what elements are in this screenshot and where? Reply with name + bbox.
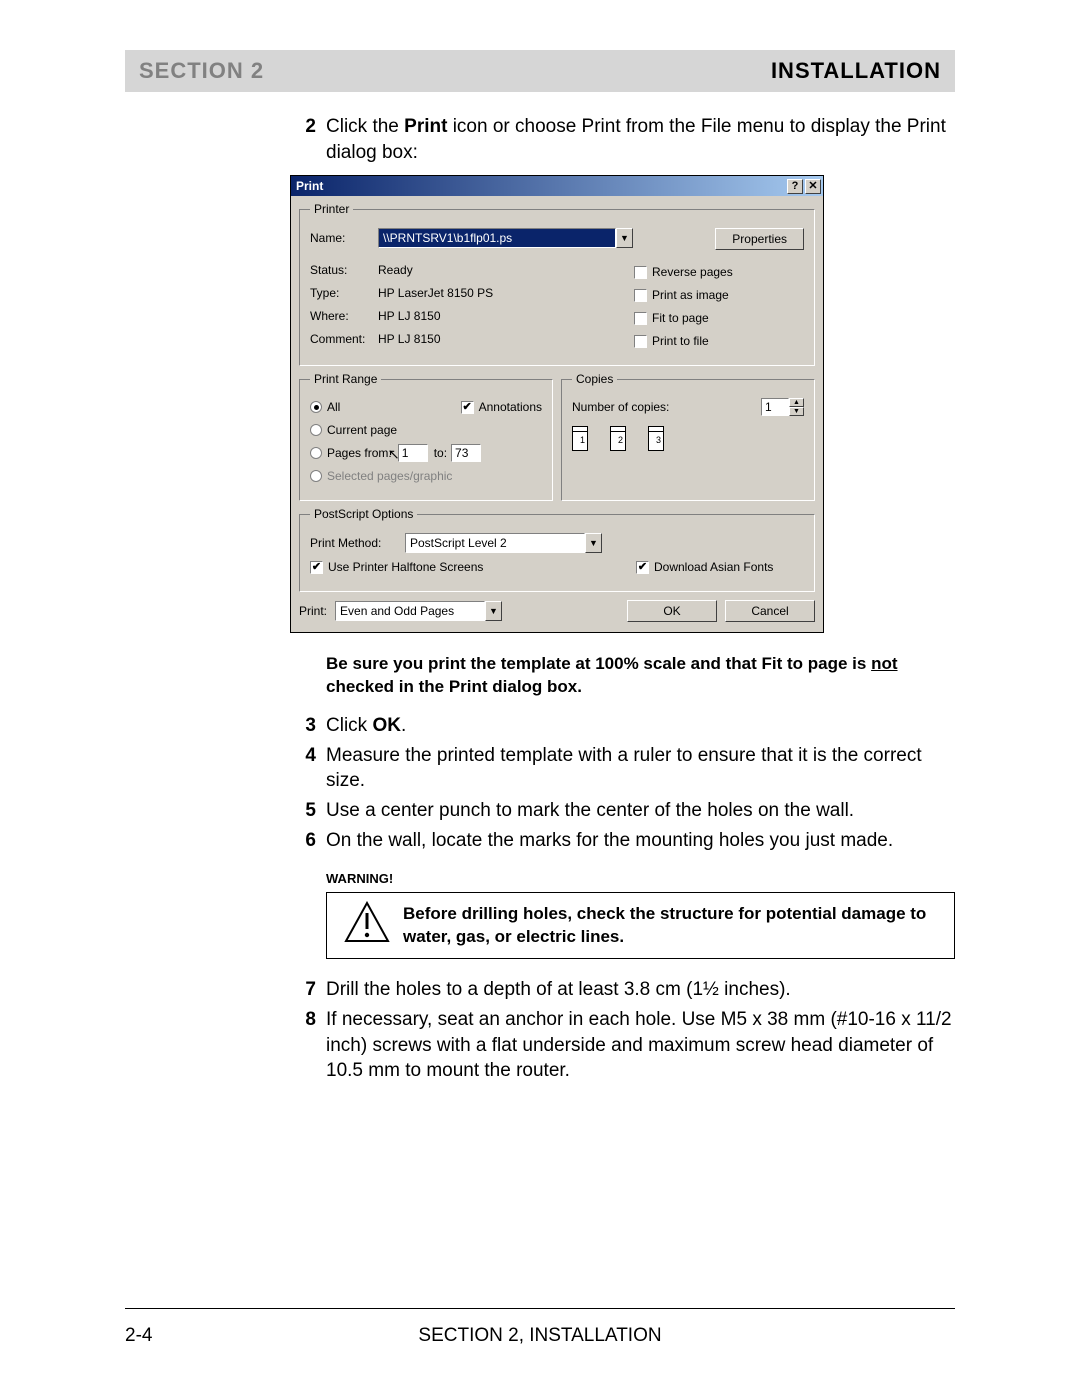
asian-fonts-checkbox[interactable]: ✔ bbox=[636, 561, 649, 574]
dialog-titlebar[interactable]: Print ? ✕ bbox=[291, 176, 823, 196]
warning-icon bbox=[337, 901, 397, 950]
scale-note: Be sure you print the template at 100% s… bbox=[326, 653, 955, 699]
postscript-group: PostScript Options Print Method: PostScr… bbox=[299, 507, 815, 592]
chevron-down-icon[interactable]: ▼ bbox=[616, 228, 633, 248]
range-pages-radio[interactable] bbox=[310, 447, 322, 459]
fit-to-page-checkbox[interactable] bbox=[634, 312, 647, 325]
print-to-file-checkbox[interactable] bbox=[634, 335, 647, 348]
footer-rule bbox=[125, 1308, 955, 1309]
print-method-combo[interactable]: PostScript Level 2 ▼ bbox=[405, 533, 602, 553]
step-5: 5Use a center punch to mark the center o… bbox=[290, 798, 955, 824]
copies-group: Copies Number of copies: 1 ▲ ▼ bbox=[561, 372, 815, 501]
printer-group: Printer Name: \\PRNTSRV1\b1flp01.ps ▼ bbox=[299, 202, 815, 366]
pages-from-field[interactable]: 1 bbox=[398, 444, 428, 462]
header-left: SECTION 2 bbox=[139, 58, 264, 84]
copies-field[interactable]: 1 bbox=[761, 398, 789, 416]
header-right: INSTALLATION bbox=[771, 58, 941, 84]
annotations-checkbox[interactable]: ✔ bbox=[461, 401, 474, 414]
range-selected-radio bbox=[310, 470, 322, 482]
print-dialog: Print ? ✕ Printer Name: \\PRNT bbox=[290, 175, 824, 633]
section-header: SECTION 2 INSTALLATION bbox=[125, 50, 955, 92]
warning-box: Before drilling holes, check the structu… bbox=[326, 892, 955, 959]
warning-label: WARNING! bbox=[326, 871, 955, 886]
print-range-group: Print Range All ✔Annotations Current pag… bbox=[299, 372, 553, 501]
step-8: 8If necessary, seat an anchor in each ho… bbox=[290, 1007, 955, 1084]
footer-title: SECTION 2, INSTALLATION bbox=[305, 1325, 775, 1347]
pages-to-field[interactable]: 73 bbox=[451, 444, 481, 462]
range-all-radio[interactable] bbox=[310, 401, 322, 413]
pages-parity-combo[interactable]: Even and Odd Pages ▼ bbox=[335, 601, 502, 621]
steps-list-b: 3Click OK. 4Measure the printed template… bbox=[290, 713, 955, 853]
steps-list-c: 7Drill the holes to a depth of at least … bbox=[290, 977, 955, 1084]
copies-down-icon[interactable]: ▼ bbox=[789, 407, 804, 416]
print-as-image-checkbox[interactable] bbox=[634, 289, 647, 302]
page-footer: 2-4 SECTION 2, INSTALLATION bbox=[125, 1325, 955, 1347]
help-icon[interactable]: ? bbox=[787, 179, 803, 194]
close-icon[interactable]: ✕ bbox=[805, 179, 821, 194]
chevron-down-icon[interactable]: ▼ bbox=[485, 601, 502, 621]
steps-list-a: 2 Click the Print icon or choose Print f… bbox=[290, 114, 955, 165]
reverse-pages-checkbox[interactable] bbox=[634, 266, 647, 279]
step-4: 4Measure the printed template with a rul… bbox=[290, 743, 955, 794]
step-7: 7Drill the holes to a depth of at least … bbox=[290, 977, 955, 1003]
cancel-button[interactable]: Cancel bbox=[725, 600, 815, 622]
range-current-radio[interactable] bbox=[310, 424, 322, 436]
copies-up-icon[interactable]: ▲ bbox=[789, 398, 804, 407]
step-2: 2 Click the Print icon or choose Print f… bbox=[290, 114, 955, 165]
printer-name-combo[interactable]: \\PRNTSRV1\b1flp01.ps ▼ bbox=[378, 228, 633, 248]
page-number: 2-4 bbox=[125, 1325, 305, 1347]
dialog-title: Print bbox=[296, 179, 323, 193]
ok-button[interactable]: OK bbox=[627, 600, 717, 622]
step-6: 6On the wall, locate the marks for the m… bbox=[290, 828, 955, 854]
halftone-checkbox[interactable]: ✔ bbox=[310, 561, 323, 574]
properties-button[interactable]: Properties bbox=[715, 228, 804, 250]
collate-preview: 11 22 33 bbox=[572, 426, 804, 454]
step-3: 3Click OK. bbox=[290, 713, 955, 739]
warning-text: Before drilling holes, check the structu… bbox=[397, 903, 944, 949]
chevron-down-icon[interactable]: ▼ bbox=[585, 533, 602, 553]
